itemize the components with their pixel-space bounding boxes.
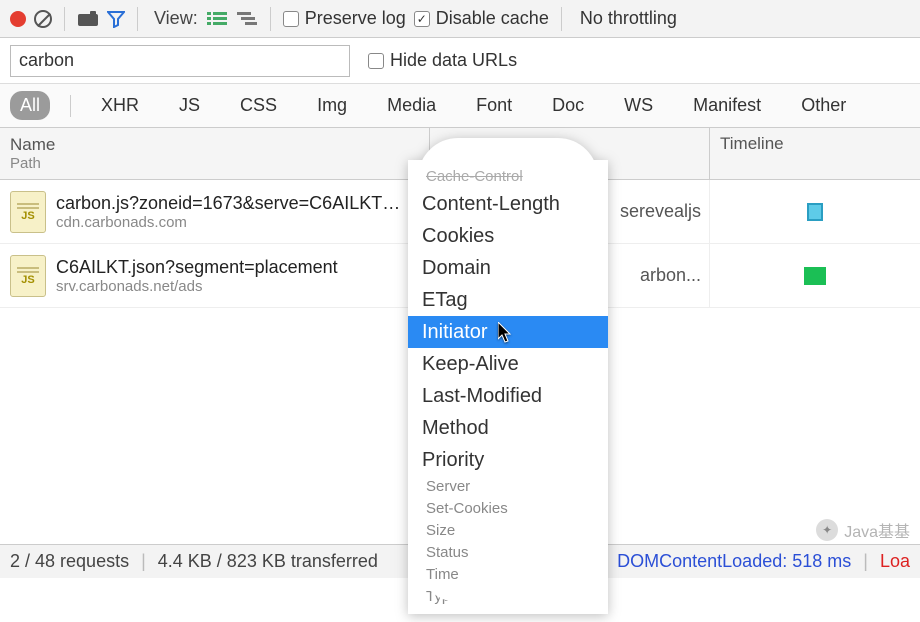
status-domcontentloaded: DOMContentLoaded: 518 ms (617, 551, 851, 572)
menu-item[interactable]: Last-Modified (408, 380, 608, 412)
separator (64, 7, 65, 31)
timeline-bar (807, 203, 823, 221)
request-name: carbon.js?zoneid=1673&serve=C6AILKT… (56, 193, 400, 214)
menu-item[interactable]: Cookies (408, 220, 608, 252)
menu-item[interactable]: Cache-Control (408, 166, 608, 188)
js-file-icon: JS (10, 191, 46, 233)
hide-data-urls-checkbox[interactable]: Hide data URLs (368, 50, 517, 71)
row-mid-text: serevealjs (620, 201, 701, 222)
type-css[interactable]: CSS (230, 91, 287, 120)
view-waterfall-icon[interactable] (236, 10, 258, 28)
type-img[interactable]: Img (307, 91, 357, 120)
type-all[interactable]: All (10, 91, 50, 120)
type-media[interactable]: Media (377, 91, 446, 120)
type-font[interactable]: Font (466, 91, 522, 120)
menu-item[interactable]: Status (408, 542, 608, 564)
wechat-icon: ✦ (816, 519, 838, 541)
status-load: Loa (880, 551, 910, 572)
network-toolbar: View: Preserve log Disable cache No thro… (0, 0, 920, 38)
checkbox-icon (368, 53, 384, 69)
menu-item[interactable]: Method (408, 412, 608, 444)
type-other[interactable]: Other (791, 91, 856, 120)
menu-item[interactable]: Keep-Alive (408, 348, 608, 380)
request-path: srv.carbonads.net/ads (56, 278, 338, 295)
checkbox-icon (414, 11, 430, 27)
type-doc[interactable]: Doc (542, 91, 594, 120)
disable-cache-label: Disable cache (436, 8, 549, 29)
separator (270, 7, 271, 31)
record-icon[interactable] (10, 11, 26, 27)
preserve-log-checkbox[interactable]: Preserve log (283, 8, 406, 29)
menu-item[interactable]: Server (408, 476, 608, 498)
column-name-label: Name (10, 135, 419, 155)
view-label: View: (154, 8, 198, 29)
disable-cache-checkbox[interactable]: Disable cache (414, 8, 549, 29)
clear-icon[interactable] (34, 10, 52, 28)
separator (561, 7, 562, 31)
separator (70, 95, 71, 117)
hide-data-urls-label: Hide data URLs (390, 50, 517, 71)
cursor-icon (498, 322, 514, 349)
timeline-bar (804, 267, 826, 285)
type-xhr[interactable]: XHR (91, 91, 149, 120)
filter-row: Hide data URLs (0, 38, 920, 84)
view-list-icon[interactable] (206, 10, 228, 28)
menu-item[interactable]: Priority (408, 444, 608, 476)
column-header-name[interactable]: Name Path (0, 128, 430, 179)
filter-icon[interactable] (107, 10, 125, 28)
request-name: C6AILKT.json?segment=placement (56, 257, 338, 278)
js-file-icon: JS (10, 255, 46, 297)
menu-item[interactable]: ETag (408, 284, 608, 316)
watermark: ✦ Java基基 (816, 518, 910, 542)
type-manifest[interactable]: Manifest (683, 91, 771, 120)
row-mid-text: arbon... (640, 265, 701, 286)
header-context-menu[interactable]: Cache-Control Content-Length Cookies Dom… (408, 160, 608, 614)
watermark-text: Java基基 (844, 518, 910, 542)
menu-item[interactable]: Size (408, 520, 608, 542)
checkbox-icon (283, 11, 299, 27)
separator (137, 7, 138, 31)
column-timeline-label: Timeline (720, 134, 784, 153)
menu-item[interactable]: Content-Length (408, 188, 608, 220)
status-requests: 2 / 48 requests (10, 551, 129, 572)
menu-item[interactable]: Set-Cookies (408, 498, 608, 520)
column-path-label: Path (10, 155, 419, 172)
column-header-timeline[interactable]: Timeline (710, 128, 920, 179)
throttling-select[interactable]: No throttling (580, 8, 677, 29)
menu-item[interactable]: Domain (408, 252, 608, 284)
request-path: cdn.carbonads.com (56, 214, 400, 231)
resource-type-filter: All XHR JS CSS Img Media Font Doc WS Man… (0, 84, 920, 128)
status-transferred: 4.4 KB / 823 KB transferred (158, 551, 378, 572)
screenshot-icon[interactable] (77, 11, 99, 27)
type-ws[interactable]: WS (614, 91, 663, 120)
preserve-log-label: Preserve log (305, 8, 406, 29)
filter-input[interactable] (10, 45, 350, 77)
type-js[interactable]: JS (169, 91, 210, 120)
